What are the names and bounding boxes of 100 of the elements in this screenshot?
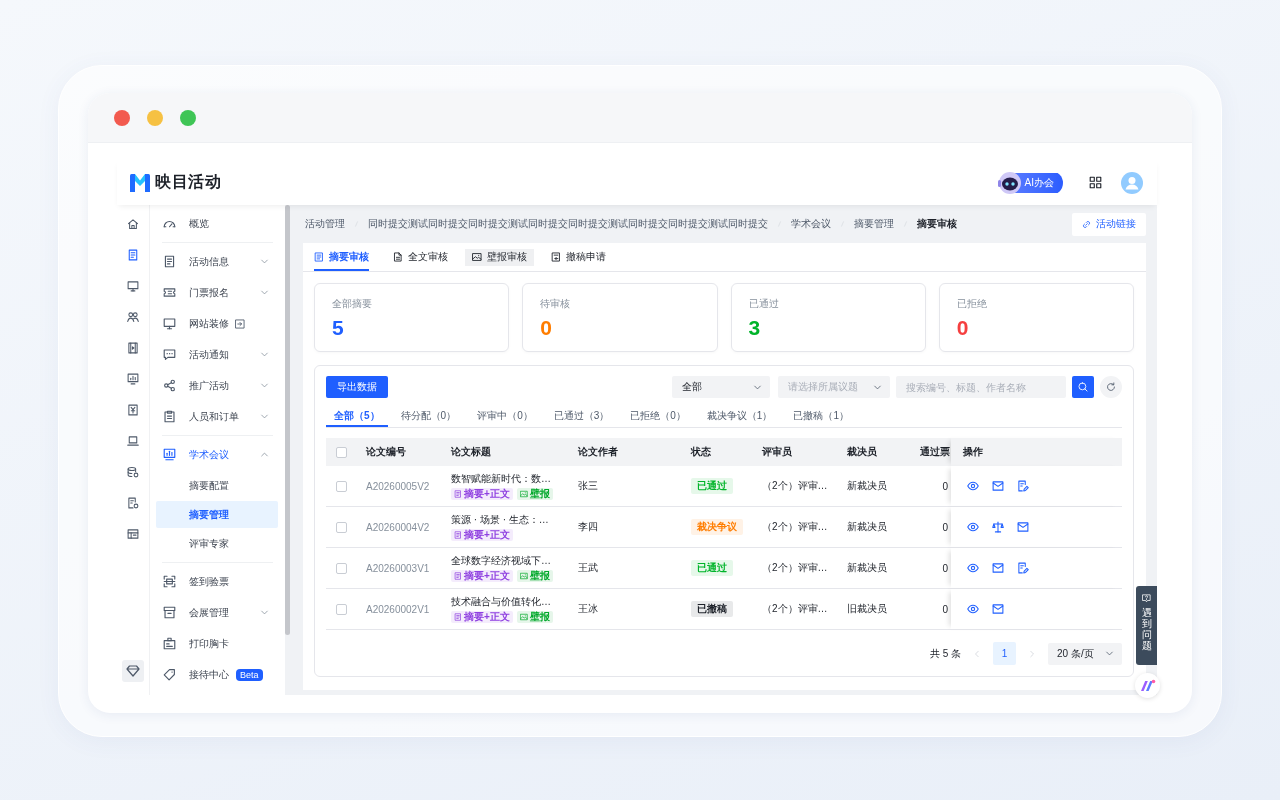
checkbox[interactable] [335, 562, 347, 574]
menu-item[interactable]: 活动信息 [150, 246, 285, 277]
scale-icon[interactable] [992, 521, 1004, 533]
menu-item[interactable]: 学术会议 [150, 439, 285, 470]
status-select[interactable]: 全部 [672, 376, 770, 398]
submenu-item[interactable]: 摘要配置 [156, 472, 278, 499]
logo-icon[interactable] [130, 173, 150, 192]
robot-icon [997, 170, 1022, 195]
search-button[interactable] [1072, 376, 1094, 398]
checkbox[interactable] [335, 521, 347, 533]
chart-monitor-icon[interactable] [127, 372, 139, 385]
column-header: 论文标题 [451, 445, 491, 459]
menu-item[interactable]: 打印胸卡 [150, 628, 285, 659]
table-icon[interactable] [127, 527, 139, 540]
filter-tab[interactable]: 裁决争议（1） [698, 404, 781, 427]
menu-item[interactable]: 会展管理 [150, 597, 285, 628]
paper-title[interactable]: 技术融合与价值转化… [451, 595, 551, 608]
submenu-item[interactable]: 评审专家 [156, 530, 278, 557]
scrollbar-thumb[interactable] [285, 205, 290, 635]
stat-value: 0 [540, 316, 552, 340]
stat-label: 已拒绝 [956, 297, 987, 311]
column-header: 通过票 [920, 445, 950, 459]
breadcrumb-link[interactable]: 同时提交测试同时提交同时提交测试同时提交同时提交测试同时提交同时提交测试同时提交 [368, 217, 768, 231]
eye-icon[interactable] [967, 603, 979, 615]
menu-item[interactable]: 网站装修 [150, 308, 285, 339]
document-icon [454, 572, 462, 580]
filter-tab[interactable]: 全部（5） [326, 404, 388, 427]
chevron-down-icon [873, 382, 882, 392]
menu-badge: Beta [236, 668, 263, 681]
id-badge-icon [163, 637, 176, 650]
menu-item[interactable]: 门票报名 [150, 277, 285, 308]
yen-document-icon[interactable] [127, 403, 139, 416]
search-field[interactable]: 搜索编号、标题、作者名称 [896, 376, 1066, 398]
mail-icon[interactable] [992, 562, 1004, 574]
menu-item[interactable]: 概览 [150, 208, 285, 239]
refresh-button[interactable] [1100, 376, 1122, 398]
window-dot-icon[interactable] [114, 109, 130, 126]
mail-icon[interactable] [1017, 521, 1029, 533]
monitor-icon[interactable] [127, 279, 139, 292]
breadcrumb-link[interactable]: 摘要管理 [854, 217, 894, 231]
page-button[interactable]: 1 [993, 642, 1016, 665]
database-icon[interactable] [127, 465, 139, 478]
checkbox[interactable] [335, 480, 347, 492]
menu-item[interactable]: 人员和订单 [150, 401, 285, 432]
filter-tab[interactable]: 已通过（3） [545, 404, 618, 427]
checkbox[interactable] [335, 446, 347, 458]
assistant-logo-icon[interactable] [1135, 673, 1160, 698]
filter-tab[interactable]: 已拒绝（0） [622, 404, 694, 427]
page-size-select[interactable]: 20 条/页 [1048, 642, 1122, 665]
table-cell: 张三 [578, 479, 598, 493]
eye-icon[interactable] [967, 480, 979, 492]
paper-title[interactable]: 数智赋能新时代：数… [451, 472, 551, 485]
document-icon[interactable] [127, 248, 139, 261]
help-tab[interactable]: 遇到问题 [1136, 586, 1157, 665]
image-icon [472, 252, 482, 262]
table-cell: A20260003V1 [366, 562, 430, 574]
grid-icon[interactable] [1089, 176, 1102, 189]
mail-icon[interactable] [992, 480, 1004, 492]
table-cell: 王冰 [578, 602, 598, 616]
refresh-icon [1106, 382, 1116, 392]
document-circle-icon[interactable] [127, 496, 139, 509]
eye-icon[interactable] [967, 521, 979, 533]
window-dot-icon[interactable] [180, 109, 196, 126]
chart-board-icon [163, 448, 176, 461]
breadcrumb-link[interactable]: 活动管理 [305, 217, 345, 231]
tag-label: 摘要+正文 [464, 611, 510, 623]
ai-assistant-button[interactable]: AI办会 [997, 170, 1063, 195]
filter-tab[interactable]: 已撤稿（1） [785, 404, 857, 427]
menu-item[interactable]: 签到验票 [150, 566, 285, 597]
tab[interactable]: 全文审核 [386, 243, 455, 271]
laptop-icon[interactable] [127, 434, 139, 447]
archive-icon [163, 606, 176, 619]
menu-item[interactable]: 接待中心 Beta [150, 659, 285, 690]
filter-tab[interactable]: 待分配（0） [392, 404, 465, 427]
filter-tab[interactable]: 评审中（0） [469, 404, 541, 427]
film-icon[interactable] [127, 341, 139, 354]
event-link-button[interactable]: 活动链接 [1072, 212, 1146, 236]
export-button[interactable]: 导出数据 [326, 376, 388, 398]
window-dot-icon[interactable] [147, 109, 163, 126]
edit-document-icon[interactable] [1017, 562, 1029, 574]
people-icon[interactable] [127, 310, 139, 323]
table-cell: （2个）评审… [762, 561, 828, 575]
table-cell: 新裁决员 [847, 561, 887, 575]
column-header: 评审员 [762, 445, 792, 459]
image-icon [519, 572, 528, 580]
table-cell: （2个）评审… [762, 602, 828, 616]
menu-item[interactable]: 活动通知 [150, 339, 285, 370]
column-header: 论文作者 [578, 445, 618, 459]
column-header: 状态 [691, 445, 711, 459]
home-icon[interactable] [127, 217, 139, 230]
eye-icon[interactable] [967, 562, 979, 574]
submenu-item[interactable]: 摘要管理 [156, 501, 278, 528]
menu-item[interactable]: 推广活动 [150, 370, 285, 401]
paper-title[interactable]: 策源 · 场景 · 生态：… [451, 513, 549, 526]
breadcrumb-link[interactable]: 学术会议 [791, 217, 831, 231]
edit-document-icon[interactable] [1017, 480, 1029, 492]
paper-title[interactable]: 全球数字经济视域下… [451, 554, 551, 567]
tab[interactable]: 撤稿申请 [544, 243, 613, 271]
mail-icon[interactable] [992, 603, 1004, 615]
checkbox[interactable] [335, 603, 347, 615]
